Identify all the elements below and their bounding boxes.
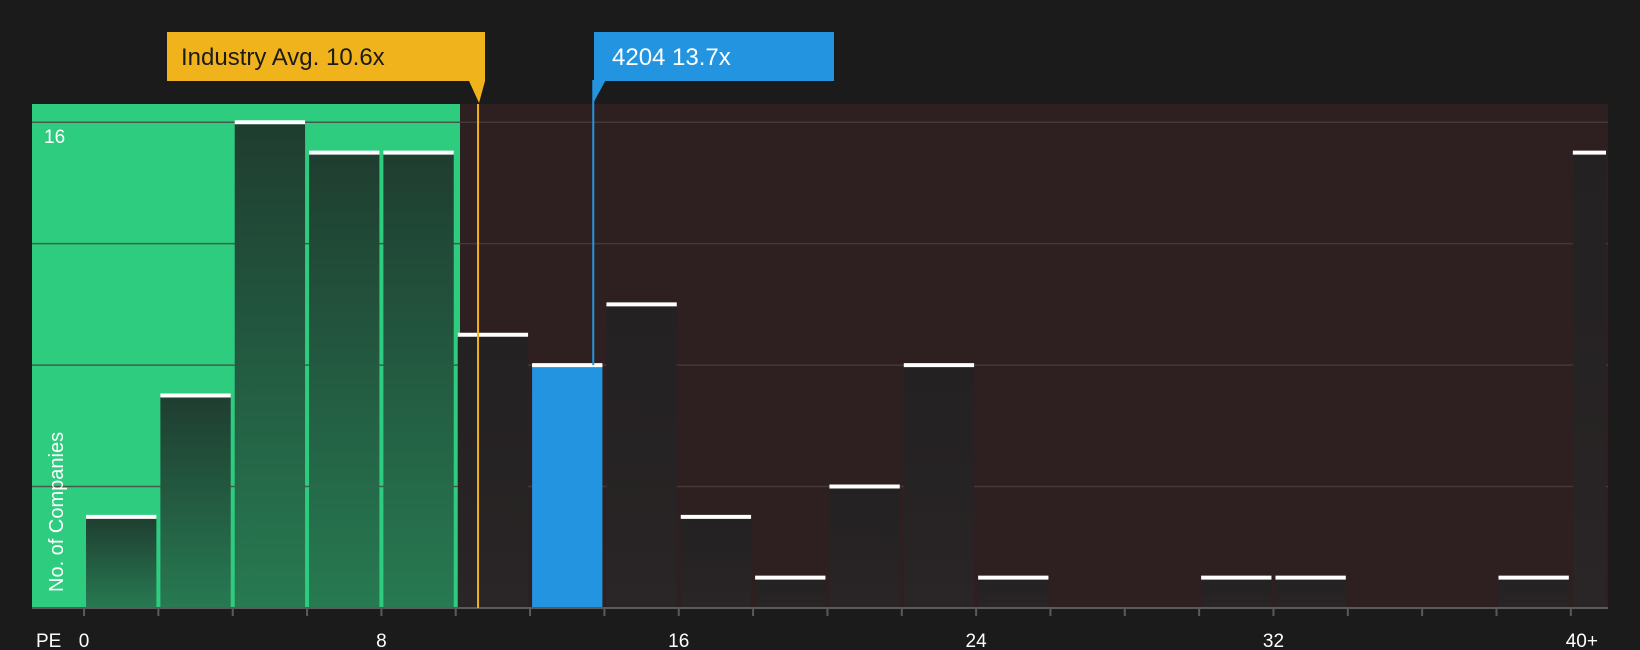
histogram-bar — [903, 365, 975, 608]
histogram-bar — [457, 334, 529, 608]
histogram-bar — [680, 516, 752, 608]
histogram-bar — [978, 577, 1049, 608]
y-tick-label: 16 — [44, 127, 65, 148]
histogram-bar — [829, 486, 900, 608]
histogram-bar — [1498, 577, 1569, 608]
histogram-bar — [1572, 152, 1606, 608]
x-tick-label: 16 — [668, 631, 689, 650]
x-tick-label: 0 — [79, 631, 90, 650]
x-tick-label: 8 — [376, 631, 387, 650]
histogram-bar — [86, 516, 157, 608]
company-label: 4204 13.7x — [612, 44, 731, 71]
x-tick-label: 24 — [966, 631, 988, 650]
industry-average-label: Industry Avg. 10.6x — [181, 44, 385, 71]
histogram-bar — [160, 395, 231, 608]
histogram-bar — [309, 152, 380, 608]
histogram-bar — [234, 122, 306, 609]
x-axis-label: PE — [36, 631, 61, 650]
x-tick-label: 32 — [1263, 631, 1284, 650]
histogram-bar — [1201, 577, 1272, 608]
x-tick-label: 40+ — [1566, 631, 1598, 650]
highlighted-bar — [532, 365, 603, 608]
histogram-bar — [755, 577, 826, 608]
histogram-bar — [606, 304, 677, 608]
histogram-bar — [1275, 577, 1346, 608]
pe-distribution-chart: 0 8 16 24 32 40+ Industry Avg. 10.6x 4204 13.7… — [32, 32, 1609, 650]
histogram-bar — [383, 152, 454, 608]
y-axis-label: No. of Companies — [46, 432, 68, 592]
